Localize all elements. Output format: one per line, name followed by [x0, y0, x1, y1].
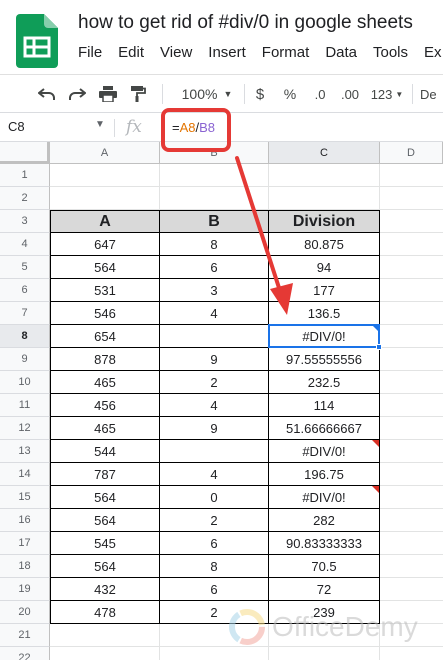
watermark-text: OfficeDemy [272, 611, 418, 642]
annotation-arrow [235, 156, 293, 315]
watermark-logo-icon [229, 609, 265, 645]
watermark: OfficeDemy [228, 608, 418, 646]
